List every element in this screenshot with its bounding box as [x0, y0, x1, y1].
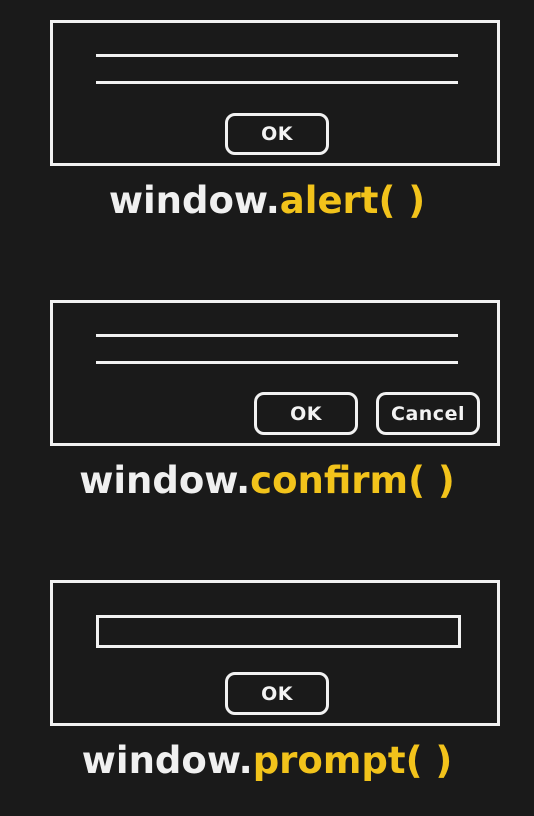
alert-dialog-illustration: OK [50, 20, 500, 166]
alert-caption: window.alert( ) [0, 179, 534, 223]
prompt-ok-button: OK [225, 672, 329, 715]
confirm-dialog-illustration: OK Cancel [50, 300, 500, 446]
confirm-cancel-button: Cancel [376, 392, 480, 435]
confirm-caption-object: window. [79, 459, 251, 502]
alert-ok-button: OK [225, 113, 329, 155]
message-line [96, 361, 458, 364]
alert-caption-object: window. [108, 179, 280, 222]
prompt-input-field [96, 615, 461, 648]
message-line [96, 81, 458, 84]
prompt-caption-object: window. [81, 739, 253, 782]
prompt-caption-method: prompt( ) [252, 739, 453, 782]
prompt-dialog-illustration: OK [50, 580, 500, 726]
confirm-caption: window.confirm( ) [0, 459, 534, 503]
message-line [96, 334, 458, 337]
prompt-caption: window.prompt( ) [0, 739, 534, 783]
confirm-ok-button: OK [254, 392, 358, 435]
confirm-caption-method: confirm( ) [250, 459, 455, 502]
alert-caption-method: alert( ) [279, 179, 426, 222]
message-line [96, 54, 458, 57]
